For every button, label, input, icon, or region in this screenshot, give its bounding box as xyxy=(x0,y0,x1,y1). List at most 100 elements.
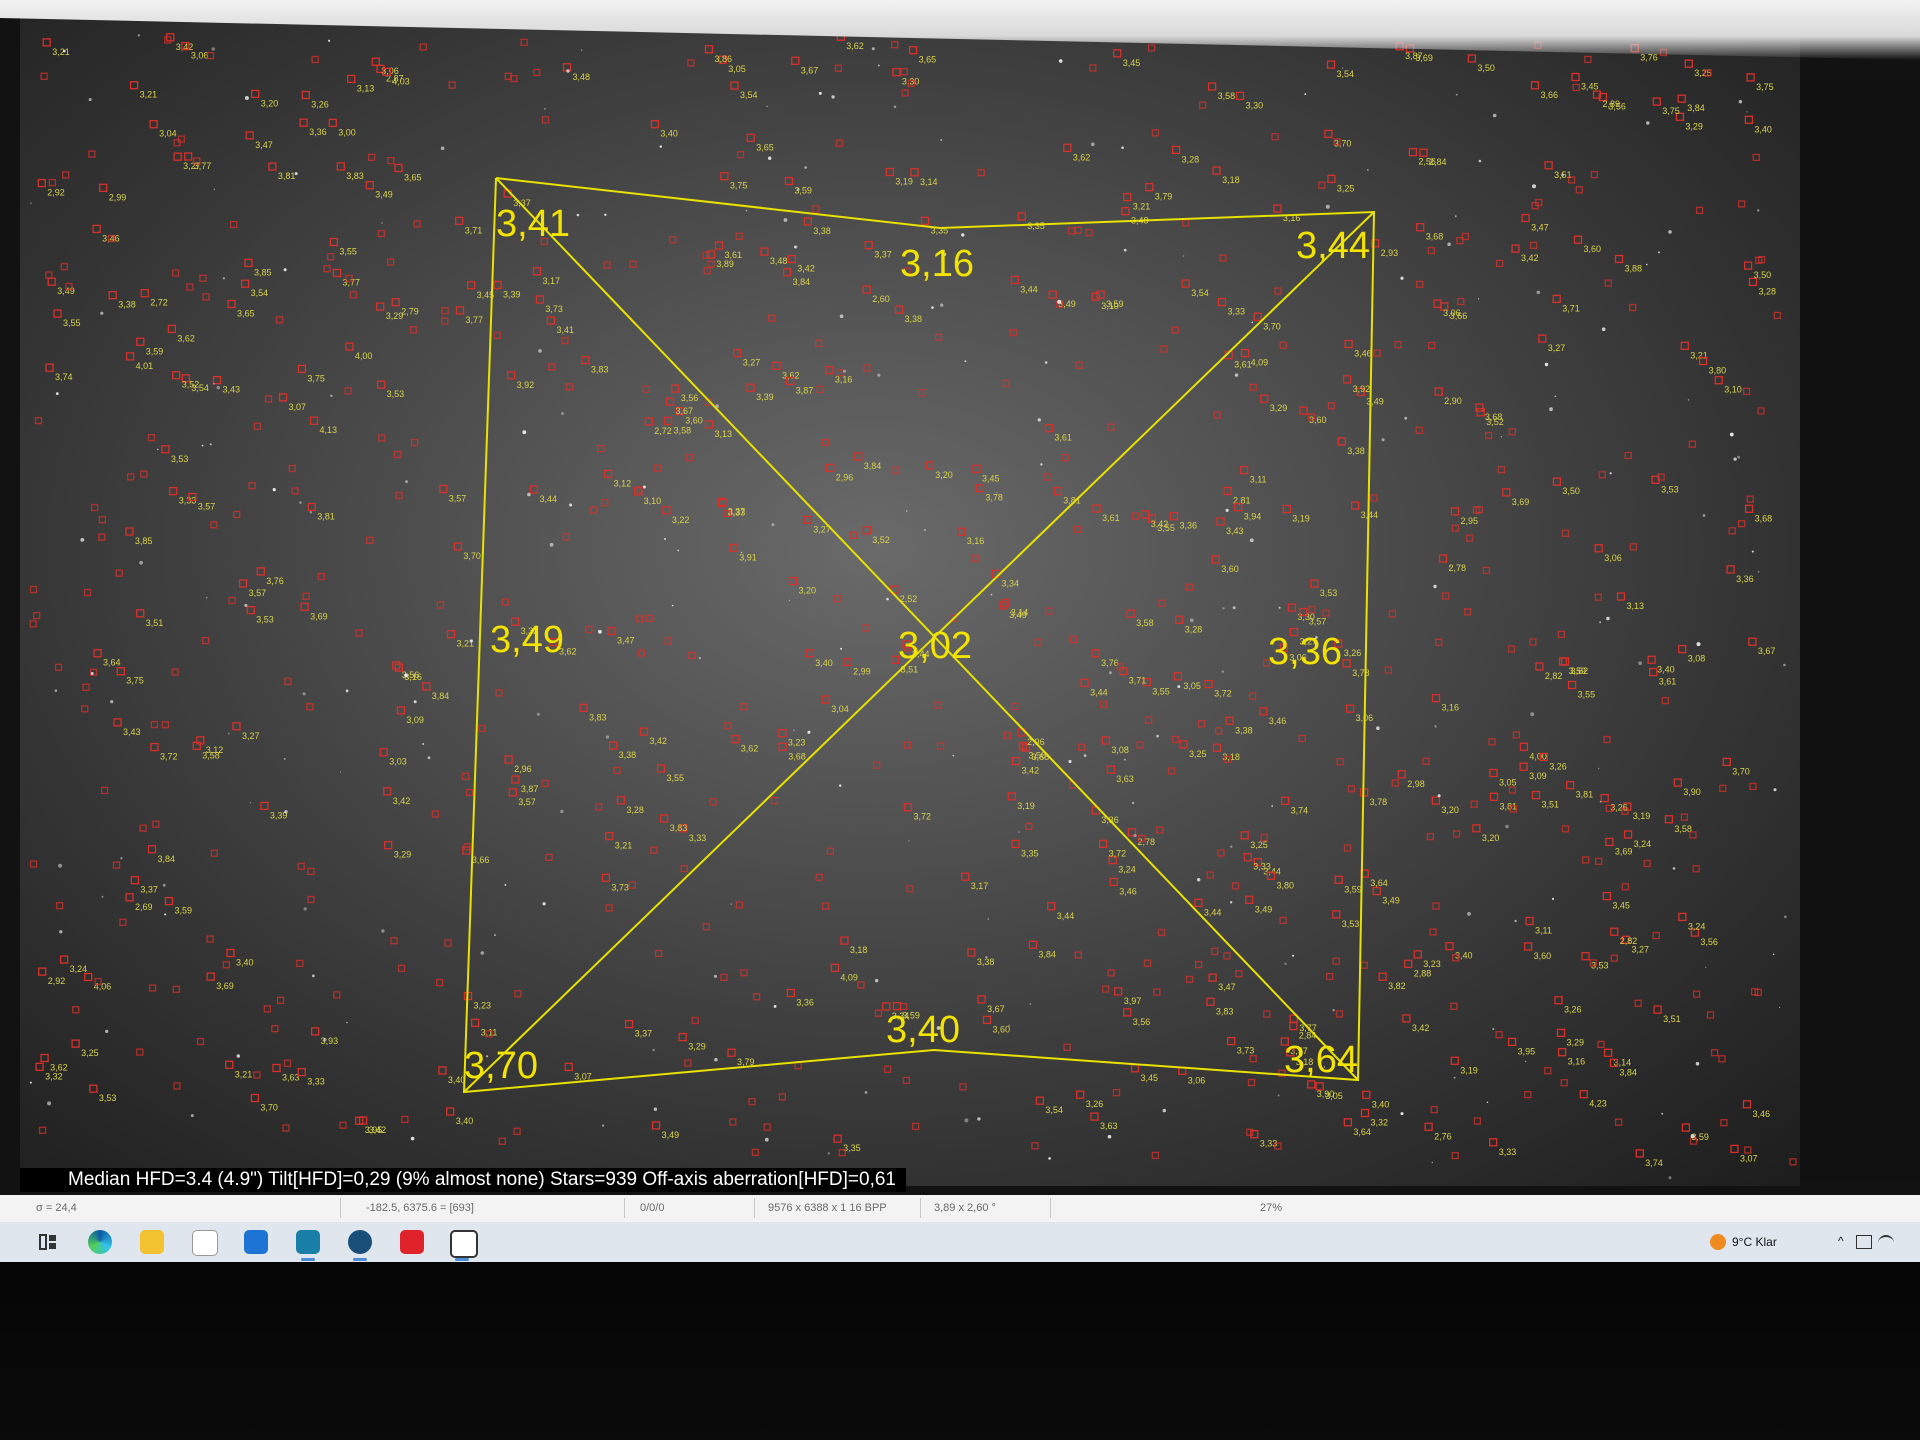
star-marker xyxy=(1397,770,1406,779)
star-marker xyxy=(150,720,159,729)
star-marker xyxy=(1623,830,1633,839)
star-hfd-label: 3,28 xyxy=(626,805,644,815)
image-viewer-app-icon[interactable] xyxy=(450,1230,478,1258)
star-hfd-label: 3,40 xyxy=(1657,664,1675,674)
star-marker xyxy=(1452,830,1461,838)
star-hfd-label: 3,43 xyxy=(223,385,241,395)
star-hfd-label: 3,70 xyxy=(1334,138,1352,148)
star-hfd-label: 3,27 xyxy=(1548,343,1566,353)
star-marker xyxy=(1706,1011,1715,1019)
edge-browser-icon[interactable] xyxy=(88,1230,112,1254)
star-dot xyxy=(1751,550,1754,553)
star-dot xyxy=(294,172,298,176)
star-marker xyxy=(763,1123,771,1131)
star-marker xyxy=(1431,796,1441,805)
star-marker xyxy=(883,1065,892,1073)
planetarium-icon[interactable] xyxy=(348,1230,372,1254)
star-dot xyxy=(201,444,204,447)
tray-chevron-icon[interactable]: ^ xyxy=(1838,1234,1844,1248)
star-marker xyxy=(431,810,440,818)
star-marker xyxy=(1451,1151,1459,1160)
mail-icon[interactable] xyxy=(244,1230,268,1254)
star-dot xyxy=(1695,1061,1700,1066)
star-hfd-label: 4,13 xyxy=(320,425,338,435)
star-marker xyxy=(256,567,265,576)
star-hfd-label: 3,69 xyxy=(1512,497,1530,507)
star-dot xyxy=(940,139,942,141)
store-icon[interactable] xyxy=(192,1230,218,1256)
weather-text[interactable]: 9°C Klar xyxy=(1732,1235,1777,1249)
weather-icon[interactable] xyxy=(1710,1234,1726,1250)
remote-app-icon[interactable] xyxy=(400,1230,424,1254)
star-dot xyxy=(303,907,307,911)
star-hfd-label: 3,70 xyxy=(1263,321,1281,331)
star-marker xyxy=(1372,886,1381,896)
star-overlay: 3,32 3,17 3,27 3,73 3,26 3,18 3,66 3,33 3,30 3,60… xyxy=(29,6,1797,1182)
star-marker xyxy=(601,498,609,507)
star-marker xyxy=(42,38,51,47)
star-marker xyxy=(864,240,873,250)
star-marker xyxy=(1121,207,1130,216)
star-marker xyxy=(729,1118,737,1126)
star-marker xyxy=(196,1037,205,1046)
star-hfd-label: 3,68 xyxy=(788,751,806,761)
star-hfd-label: 3,58 xyxy=(1218,91,1236,101)
star-dot xyxy=(1018,831,1020,833)
star-marker xyxy=(1096,290,1105,299)
wifi-icon[interactable] xyxy=(1878,1235,1894,1249)
star-marker xyxy=(857,981,865,989)
star-marker xyxy=(1011,702,1019,711)
star-marker xyxy=(240,279,250,288)
star-dot xyxy=(244,96,249,100)
star-marker xyxy=(1011,756,1021,766)
star-marker xyxy=(1114,987,1123,996)
star-marker xyxy=(1610,927,1619,936)
image-viewer[interactable]: 3,32 3,17 3,27 3,73 3,26 3,18 3,66 3,33 3,30 3,60… xyxy=(20,6,1800,1186)
task-view-icon[interactable] xyxy=(36,1230,60,1254)
star-hfd-label: 3,77 xyxy=(343,278,361,288)
star-marker xyxy=(1757,407,1765,415)
status-zoom: 27% xyxy=(1260,1202,1283,1214)
active-indicator xyxy=(301,1258,315,1261)
star-marker xyxy=(93,649,102,658)
star-marker xyxy=(562,533,570,541)
star-marker xyxy=(1450,507,1460,516)
star-dot xyxy=(29,1081,32,1084)
star-dot xyxy=(730,903,732,905)
star-marker xyxy=(892,466,900,474)
star-marker xyxy=(605,904,613,912)
star-marker xyxy=(1582,856,1590,864)
file-explorer-icon[interactable] xyxy=(140,1230,164,1254)
star-hfd-label: 3,26 xyxy=(311,100,329,110)
astro-app-icon[interactable] xyxy=(296,1230,320,1254)
star-marker xyxy=(99,183,108,192)
star-dot xyxy=(381,222,383,224)
star-dot xyxy=(1492,113,1497,118)
star-dot xyxy=(536,712,540,716)
star-marker xyxy=(245,131,254,140)
star-marker xyxy=(71,1039,80,1048)
star-hfd-label: 3,82 xyxy=(1388,981,1406,991)
star-dot xyxy=(1008,1024,1011,1027)
star-marker xyxy=(1508,786,1517,794)
star-hfd-label: 3,84 xyxy=(158,854,176,864)
star-marker xyxy=(1113,49,1122,58)
star-hfd-label: 3,06 xyxy=(191,51,209,61)
star-marker xyxy=(1575,186,1583,194)
star-hfd-label: 3,43 xyxy=(123,727,141,737)
star-hfd-label: 3,39 xyxy=(503,290,521,300)
star-dot xyxy=(1772,953,1775,956)
star-dot xyxy=(1500,436,1502,438)
network-icon[interactable] xyxy=(1856,1235,1872,1249)
star-dot xyxy=(228,732,230,735)
star-hfd-label: 3,14 xyxy=(1011,608,1029,618)
star-marker xyxy=(833,1134,842,1143)
star-marker xyxy=(1402,1014,1411,1023)
star-marker xyxy=(62,171,70,179)
star-dot xyxy=(964,360,967,363)
star-dot xyxy=(1646,263,1648,266)
star-dot xyxy=(1332,1009,1335,1012)
star-marker xyxy=(778,729,787,738)
status-bar: σ = 24,4 -182.5, 6375.6 = [693] 0/0/0 95… xyxy=(0,1195,1920,1223)
star-hfd-label: 3,00 xyxy=(338,127,356,137)
